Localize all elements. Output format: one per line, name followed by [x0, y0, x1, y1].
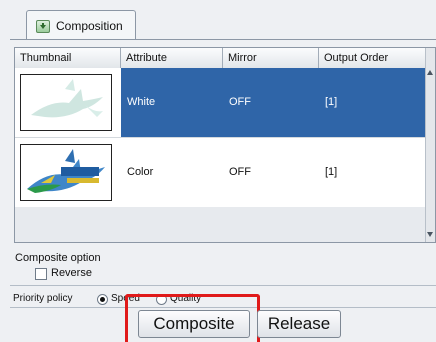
composite-option-title: Composite option [15, 252, 101, 264]
reverse-label: Reverse [51, 267, 92, 279]
table-row[interactable]: Color OFF [1] [15, 137, 427, 207]
scroll-up-icon[interactable] [427, 70, 433, 75]
table-header: Thumbnail Attribute Mirror Output Order [15, 48, 427, 69]
thumbnail-color [20, 144, 112, 201]
composite-button[interactable]: Composite [138, 310, 250, 338]
panel-border [10, 39, 436, 40]
priority-policy-label: Priority policy [13, 293, 73, 304]
column-header-thumbnail[interactable]: Thumbnail [15, 48, 121, 68]
column-header-attribute[interactable]: Attribute [121, 48, 223, 68]
thumbnail-cell [15, 138, 121, 207]
table-row[interactable]: White OFF [1] [15, 68, 427, 137]
attribute-cell: White [127, 96, 156, 108]
speed-radio[interactable] [97, 294, 108, 305]
vertical-scrollbar[interactable] [425, 48, 435, 242]
attribute-cell: Color [127, 166, 154, 178]
mirror-cell: OFF [229, 166, 251, 178]
release-button[interactable]: Release [257, 310, 341, 338]
divider [10, 285, 436, 286]
thumbnail-white [20, 74, 112, 131]
output-order-cell: [1] [325, 166, 338, 178]
column-header-output-order[interactable]: Output Order [319, 48, 427, 68]
scroll-down-icon[interactable] [427, 232, 433, 237]
mirror-cell: OFF [229, 96, 251, 108]
reverse-checkbox[interactable] [35, 268, 47, 280]
tab-bar: Composition [0, 0, 436, 40]
output-order-cell: [1] [325, 96, 338, 108]
column-header-mirror[interactable]: Mirror [223, 48, 319, 68]
tab-label: Composition [56, 19, 123, 33]
tab-composition[interactable]: Composition [26, 10, 136, 40]
composition-icon [36, 20, 50, 33]
thumbnail-cell [15, 68, 121, 137]
composition-table: Thumbnail Attribute Mirror Output Order … [14, 47, 436, 243]
